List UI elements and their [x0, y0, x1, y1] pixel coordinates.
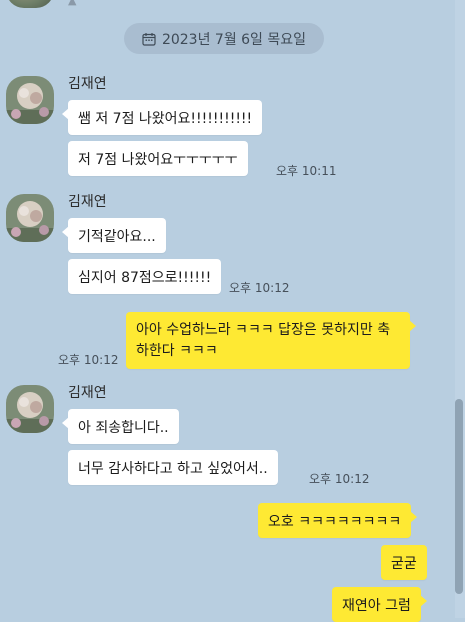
message-text: 아 죄송합니다.. [78, 419, 169, 436]
message-bubble[interactable]: 기적같아요... [62, 218, 166, 253]
profile-photo [6, 385, 54, 433]
message-text: 너무 감사하다고 하고 싶었어서.. [78, 460, 268, 477]
avatar[interactable] [6, 385, 54, 433]
message-text: 오호 ㅋㅋㅋㅋㅋㅋㅋㅋ [268, 513, 402, 530]
message-text: 쌤 저 7점 나왔어요!!!!!!!!!!! [78, 110, 253, 127]
sender-name: 김재연 [68, 76, 107, 92]
my-message-bubble[interactable]: 재연아 그럼 [332, 587, 427, 622]
sender-name: 김재연 [68, 194, 107, 210]
message-bubble[interactable]: 저 7점 나왔어요ㅜㅜㅜㅜㅜ [68, 141, 248, 176]
message-bubble[interactable]: 너무 감사하다고 하고 싶었어서.. [68, 450, 278, 485]
person-icon: ▲ [68, 0, 77, 7]
message-bubble[interactable]: 심지어 87점으로!!!!!! [68, 259, 222, 294]
avatar[interactable] [6, 76, 54, 124]
message-bubble[interactable]: 쌤 저 7점 나왔어요!!!!!!!!!!! [61, 100, 263, 135]
message-text: 심지어 87점으로!!!!!! [78, 269, 212, 286]
message-text: 아아 수업하느라 ㅋㅋㅋ 답장은 못하지만 축하한다 ㅋㅋㅋ [136, 321, 391, 359]
message-text: 저 7점 나왔어요ㅜㅜㅜㅜㅜ [78, 151, 238, 168]
date-divider: 2023년 7월 6일 목요일 [124, 23, 324, 54]
avatar[interactable] [6, 0, 54, 8]
my-message-bubble[interactable]: 아아 수업하느라 ㅋㅋㅋ 답장은 못하지만 축하한다 ㅋㅋㅋ [126, 312, 416, 369]
scrollbar-thumb[interactable] [455, 399, 463, 594]
message-time: 오후 10:12 [309, 472, 370, 486]
sender-name: 김재연 [68, 385, 107, 401]
message-time: 오후 10:12 [229, 281, 290, 295]
profile-photo [6, 76, 54, 124]
message-time: 오후 10:12 [58, 353, 119, 367]
calendar-icon [142, 32, 156, 46]
message-text: 굳굳 [391, 555, 417, 572]
message-time: 오후 10:11 [276, 164, 337, 178]
date-label: 2023년 7월 6일 목요일 [161, 31, 307, 48]
message-text: 재연아 그럼 [342, 597, 411, 614]
profile-photo [6, 194, 54, 242]
chat-area[interactable]: ▲ 2023년 7월 6일 목요일 김재연 쌤 저 7점 나왔어요!!!!!!!… [0, 0, 455, 622]
avatar[interactable] [6, 194, 54, 242]
message-text: 기적같아요... [78, 228, 156, 245]
my-message-bubble[interactable]: 굳굳 [381, 545, 427, 580]
message-bubble[interactable]: 아 죄송합니다.. [62, 409, 179, 444]
my-message-bubble[interactable]: 오호 ㅋㅋㅋㅋㅋㅋㅋㅋ [258, 503, 418, 538]
